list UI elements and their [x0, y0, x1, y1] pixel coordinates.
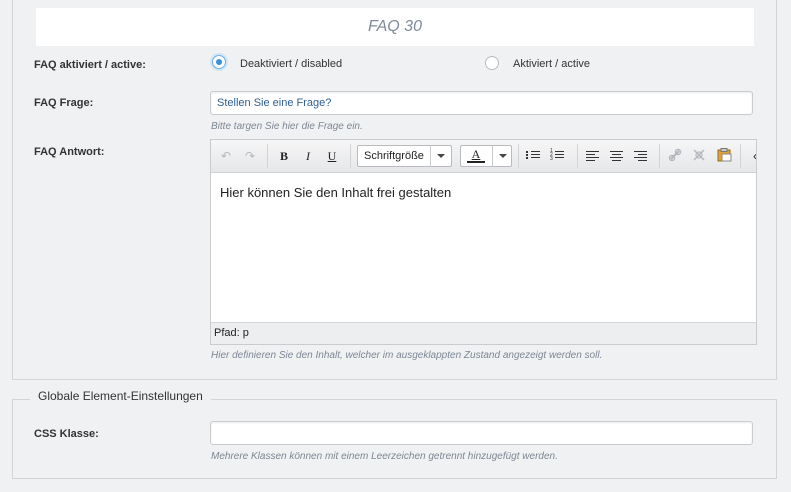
editor-toolbar: ↶ ↷ B I U Schriftgröße A 123 ‹: [211, 140, 756, 173]
global-settings-legend: Globale Element-Einstellungen: [30, 389, 211, 403]
font-color-select[interactable]: A: [460, 145, 512, 167]
editor-content[interactable]: Hier können Sie den Inhalt frei gestalte…: [220, 185, 451, 200]
toolbar-separator: [267, 144, 268, 168]
align-center-icon[interactable]: [608, 149, 626, 165]
toolbar-separator: [577, 144, 578, 168]
align-left-icon[interactable]: [584, 149, 602, 165]
toolbar-separator: [350, 144, 351, 168]
radio-disabled-label[interactable]: Deaktiviert / disabled: [240, 58, 342, 70]
numbered-list-icon[interactable]: 123: [550, 149, 568, 165]
active-label: FAQ aktiviert / active:: [34, 59, 146, 71]
css-class-label: CSS Klasse:: [34, 428, 99, 440]
radio-active-label[interactable]: Aktiviert / active: [513, 58, 590, 70]
font-color-swatch: [467, 161, 485, 163]
rich-text-editor[interactable]: ↶ ↷ B I U Schriftgröße A 123 ‹ Hier könn…: [210, 139, 757, 345]
paste-icon[interactable]: [715, 148, 733, 164]
css-class-hint: Mehrere Klassen können mit einem Leerzei…: [211, 451, 558, 462]
link-icon[interactable]: [666, 148, 684, 164]
chevron-left-icon[interactable]: ‹: [746, 148, 756, 164]
underline-button[interactable]: U: [323, 148, 341, 164]
font-color-icon: A: [471, 147, 481, 161]
editor-path: Pfad: p: [211, 322, 756, 344]
radio-disabled[interactable]: [212, 55, 226, 69]
unlink-icon[interactable]: [690, 148, 708, 164]
question-label: FAQ Frage:: [34, 97, 94, 109]
fontsize-select-label: Schriftgröße: [364, 150, 424, 162]
question-hint: Bitte targen Sie hier die Frage ein.: [211, 121, 363, 132]
redo-icon[interactable]: ↷: [241, 148, 259, 164]
radio-active[interactable]: [485, 56, 499, 70]
chevron-down-icon: [492, 146, 513, 166]
bold-button[interactable]: B: [275, 148, 293, 164]
css-class-input[interactable]: [210, 421, 753, 445]
fontsize-select[interactable]: Schriftgröße: [357, 145, 452, 167]
undo-icon[interactable]: ↶: [217, 148, 235, 164]
align-right-icon[interactable]: [632, 149, 650, 165]
toolbar-separator: [518, 144, 519, 168]
answer-label: FAQ Antwort:: [34, 146, 105, 158]
toolbar-separator: [740, 144, 741, 168]
chevron-down-icon: [430, 146, 451, 166]
faq-title: FAQ 30: [36, 8, 754, 46]
toolbar-separator: [659, 144, 660, 168]
bullet-list-icon[interactable]: [526, 149, 544, 165]
answer-hint: Hier definieren Sie den Inhalt, welcher …: [211, 350, 603, 361]
question-input[interactable]: Stellen Sie eine Frage?: [210, 91, 753, 115]
italic-button[interactable]: I: [299, 148, 317, 164]
